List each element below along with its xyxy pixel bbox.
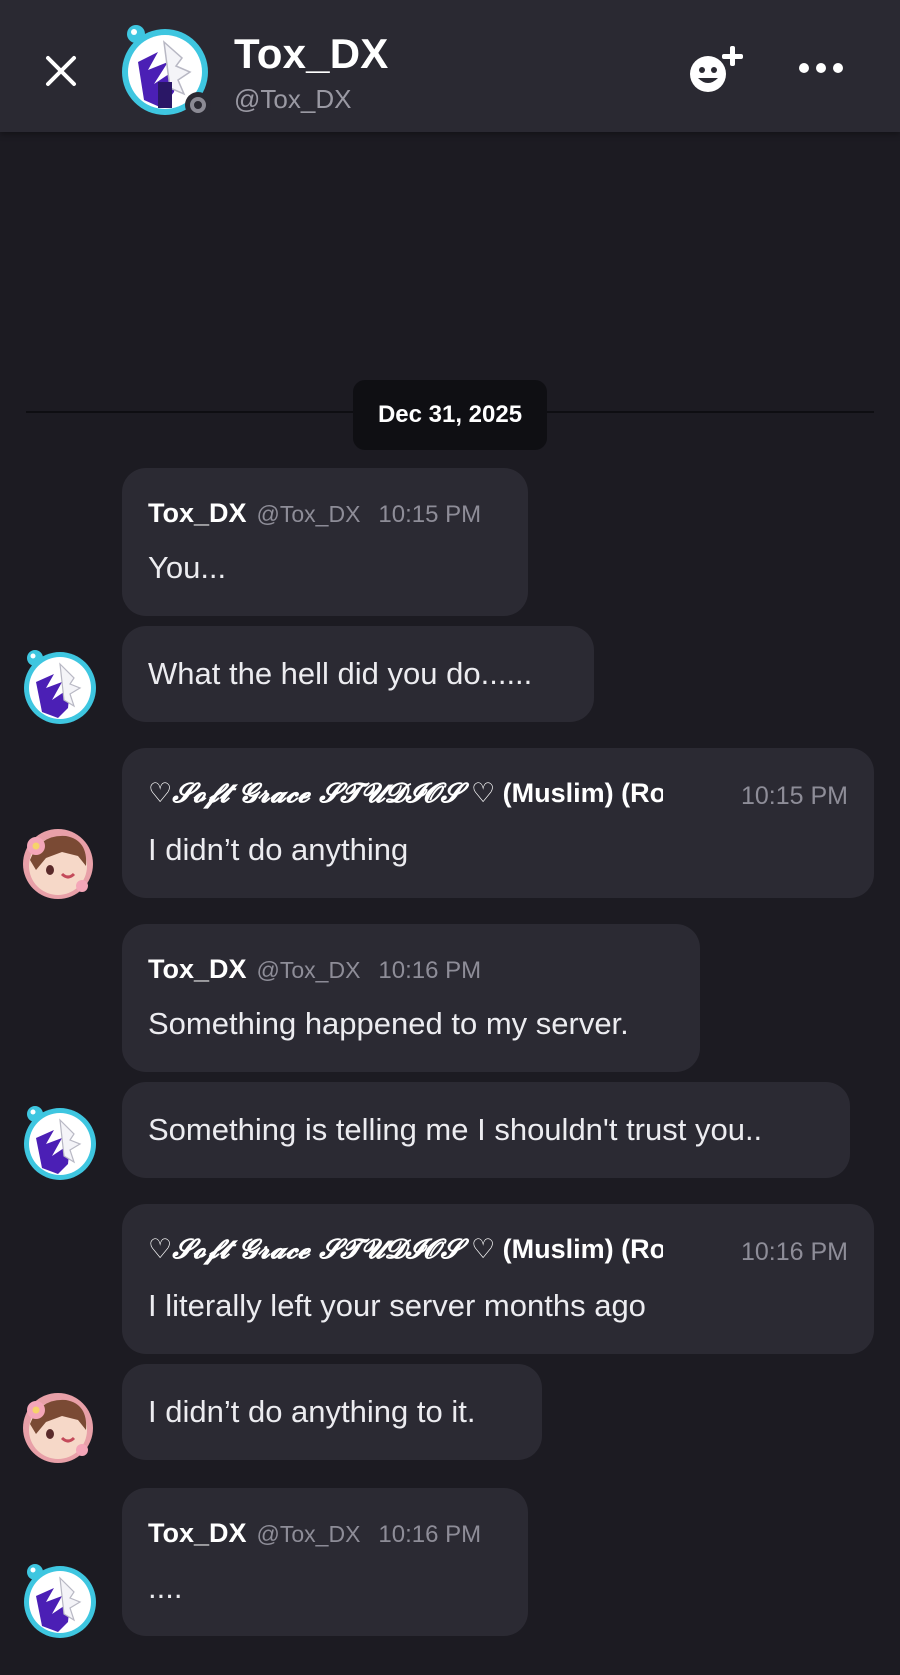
message-header: Tox_DX @Tox_DX 10:15 PM xyxy=(148,498,481,529)
status-offline-indicator xyxy=(185,92,211,118)
message-bubble[interactable]: ♡𝓢𝓸𝓯𝓽 𝓖𝓻𝓪𝓬𝓮 𝓢𝓣𝓤𝓓𝓘𝓞𝓢 ♡ (Muslim) (Ro 10:15… xyxy=(122,748,874,898)
avatar[interactable] xyxy=(22,648,98,724)
message-author[interactable]: Tox_DX xyxy=(148,498,247,529)
message-author[interactable]: Tox_DX xyxy=(148,1518,247,1549)
message-text: I literally left your server months ago xyxy=(148,1288,646,1323)
message-handle: @Tox_DX xyxy=(256,1521,361,1547)
message-text: Something happened to my server. xyxy=(148,1006,629,1041)
message-bubble[interactable]: Tox_DX @Tox_DX 10:16 PM Something happen… xyxy=(122,924,700,1072)
add-friend-button[interactable] xyxy=(686,40,752,100)
message-text: I didn’t do anything to it. xyxy=(148,1394,476,1429)
close-button[interactable] xyxy=(36,46,86,96)
avatar[interactable] xyxy=(22,1562,98,1638)
message-handle: @Tox_DX xyxy=(256,501,361,527)
message-author[interactable]: ♡𝓢𝓸𝓯𝓽 𝓖𝓻𝓪𝓬𝓮 𝓢𝓣𝓤𝓓𝓘𝓞𝓢 ♡ (Muslim) (Ro xyxy=(148,778,663,818)
header-title: Tox_DX xyxy=(234,30,389,77)
add-friend-icon xyxy=(690,46,743,92)
message-timestamp: 10:16 PM xyxy=(378,957,482,984)
message-bubble[interactable]: Tox_DX @Tox_DX 10:16 PM .... xyxy=(122,1488,528,1636)
more-options-button[interactable] xyxy=(796,48,846,88)
avatar[interactable] xyxy=(20,1390,96,1466)
message-timestamp: 10:16 PM xyxy=(378,1521,482,1548)
message-bubble[interactable]: Tox_DX @Tox_DX 10:15 PM You... xyxy=(122,468,528,616)
message-bubble[interactable]: What the hell did you do...... xyxy=(122,626,594,722)
message-timestamp: 10:15 PM xyxy=(740,782,848,810)
message-text: I didn’t do anything xyxy=(148,832,409,867)
message-text: Something is telling me I shouldn't trus… xyxy=(148,1112,763,1147)
message-timestamp: 10:16 PM xyxy=(740,1238,848,1266)
header-handle: @Tox_DX xyxy=(234,84,352,114)
message-text: .... xyxy=(148,1570,183,1605)
message-author[interactable]: ♡𝓢𝓸𝓯𝓽 𝓖𝓻𝓪𝓬𝓮 𝓢𝓣𝓤𝓓𝓘𝓞𝓢 ♡ (Muslim) (Ro xyxy=(148,1234,663,1274)
message-bubble[interactable]: ♡𝓢𝓸𝓯𝓽 𝓖𝓻𝓪𝓬𝓮 𝓢𝓣𝓤𝓓𝓘𝓞𝓢 ♡ (Muslim) (Ro 10:16… xyxy=(122,1204,874,1354)
message-timestamp: 10:15 PM xyxy=(378,501,482,528)
date-divider: Dec 31, 2025 xyxy=(353,380,547,450)
avatar[interactable] xyxy=(22,1104,98,1180)
message-bubble[interactable]: I didn’t do anything to it. xyxy=(122,1364,542,1460)
message-bubble[interactable]: Something is telling me I shouldn't trus… xyxy=(122,1082,850,1178)
message-header: Tox_DX @Tox_DX 10:16 PM xyxy=(148,954,481,985)
message-text: You... xyxy=(148,550,227,585)
avatar[interactable] xyxy=(20,826,96,902)
close-icon xyxy=(46,56,76,86)
message-handle: @Tox_DX xyxy=(256,957,361,983)
message-text: What the hell did you do...... xyxy=(148,656,533,691)
more-icon xyxy=(799,63,843,73)
message-author[interactable]: Tox_DX xyxy=(148,954,247,985)
chat-header: Tox_DX @Tox_DX xyxy=(0,0,900,132)
message-header: Tox_DX @Tox_DX 10:16 PM xyxy=(148,1518,481,1549)
